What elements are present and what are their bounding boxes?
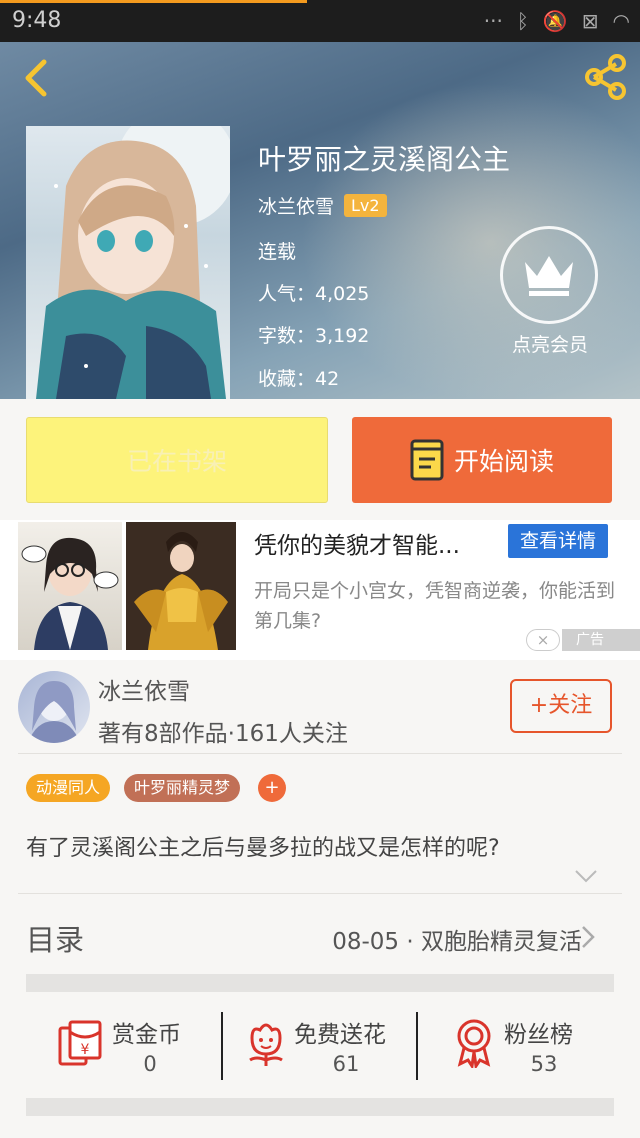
tag-yeluoli[interactable]: 叶罗丽精灵梦 <box>124 774 241 802</box>
advertisement[interactable]: 凭你的美貌才智能... 查看详情 开局只是个小宫女，凭智商逆袭，你能活到第几集?… <box>0 520 640 660</box>
divider <box>221 1012 223 1080</box>
stat-value: 61 <box>332 1052 360 1076</box>
ad-description: 开局只是个小宫女，凭智商逆袭，你能活到第几集? <box>254 580 616 632</box>
chevron-down-icon[interactable] <box>574 868 598 884</box>
level-badge: Lv2 <box>344 194 387 217</box>
stat-value: 53 <box>530 1052 558 1076</box>
medal-icon <box>457 1019 491 1068</box>
stat-label: 赏金币 <box>112 1022 181 1048</box>
add-tag-button[interactable]: + <box>258 774 286 802</box>
stat-label: 免费送花 <box>294 1022 386 1048</box>
catalog-title[interactable]: 目录 <box>26 917 84 959</box>
crown-icon <box>525 256 573 296</box>
ad-detail-button[interactable]: 查看详情 <box>508 524 608 558</box>
more-icon: ··· <box>483 9 503 33</box>
favorites: 收藏：42 <box>258 368 340 390</box>
back-icon[interactable] <box>18 58 58 98</box>
status-bar: 9:48 ··· ᛒ 🔕 ⊠ ◠ <box>0 0 640 42</box>
divider <box>18 753 622 754</box>
book-cover[interactable] <box>26 126 230 399</box>
book-intro: 有了灵溪阁公主之后与曼多拉的战又是怎样的呢? <box>26 836 500 861</box>
book-author[interactable]: 冰兰依雪 Lv2 <box>258 192 387 219</box>
start-reading-button[interactable]: 开始阅读 <box>352 417 612 503</box>
follow-button[interactable]: +关注 <box>510 679 612 733</box>
word-count: 字数：3,192 <box>258 325 370 347</box>
author-card[interactable]: 冰兰依雪 著有8部作品·161人关注 +关注 <box>0 660 640 754</box>
author-name[interactable]: 冰兰依雪 <box>258 192 334 219</box>
status-icons: ··· ᛒ 🔕 ⊠ ◠ <box>484 9 630 33</box>
divider <box>18 893 622 894</box>
chevron-right-icon[interactable] <box>578 924 598 950</box>
divider <box>416 1012 418 1080</box>
vip-label: 点亮会员 <box>511 334 588 356</box>
serial-status: 连载 <box>258 241 297 263</box>
flower-icon <box>249 1023 283 1066</box>
author-name[interactable]: 冰兰依雪 <box>98 672 190 706</box>
tag-anime-fanfic[interactable]: 动漫同人 <box>26 774 111 802</box>
book-icon <box>410 439 444 481</box>
red-packet-icon: ¥ <box>58 1020 102 1066</box>
battery-icon: ⊠ <box>581 9 599 33</box>
fan-ranking[interactable]: 粉丝榜 53 <box>452 1010 602 1082</box>
reward-coins[interactable]: ¥ 赏金币 0 <box>56 1010 206 1082</box>
wifi-icon: ◠ <box>612 9 630 33</box>
mute-icon: 🔕 <box>542 9 568 33</box>
ad-title[interactable]: 凭你的美貌才智能... <box>254 526 460 560</box>
book-title: 叶罗丽之灵溪阁公主 <box>258 143 511 176</box>
section-spacer <box>26 1098 614 1116</box>
ad-image-girl[interactable] <box>18 522 122 650</box>
cover-illustration <box>36 126 230 399</box>
in-bookshelf-button[interactable]: 已在书架 <box>26 417 328 503</box>
share-icon[interactable] <box>580 52 630 102</box>
clock: 9:48 <box>12 8 62 33</box>
ad-image-costume[interactable] <box>126 522 236 650</box>
avatar[interactable] <box>18 671 90 743</box>
popularity: 人气：4,025 <box>258 283 370 305</box>
latest-chapter[interactable]: 08-05 · 双胞胎精灵复活 <box>332 922 582 956</box>
ad-label: 广告 <box>562 629 640 651</box>
stat-label: 粉丝榜 <box>504 1022 573 1048</box>
free-flowers[interactable]: 免费送花 61 <box>242 1010 412 1082</box>
page-load-progress <box>0 0 308 3</box>
section-spacer <box>26 974 614 992</box>
svg-text:¥: ¥ <box>81 1042 90 1058</box>
vip-button[interactable]: 点亮会员 <box>500 226 600 357</box>
book-header: 叶罗丽之灵溪阁公主 冰兰依雪 Lv2 连载 人气：4,025 字数：3,192 … <box>0 42 640 399</box>
bluetooth-icon: ᛒ <box>516 9 529 33</box>
author-stats: 著有8部作品·161人关注 <box>98 721 348 747</box>
ad-close-icon[interactable]: × <box>526 629 560 651</box>
stat-value: 0 <box>143 1052 157 1076</box>
